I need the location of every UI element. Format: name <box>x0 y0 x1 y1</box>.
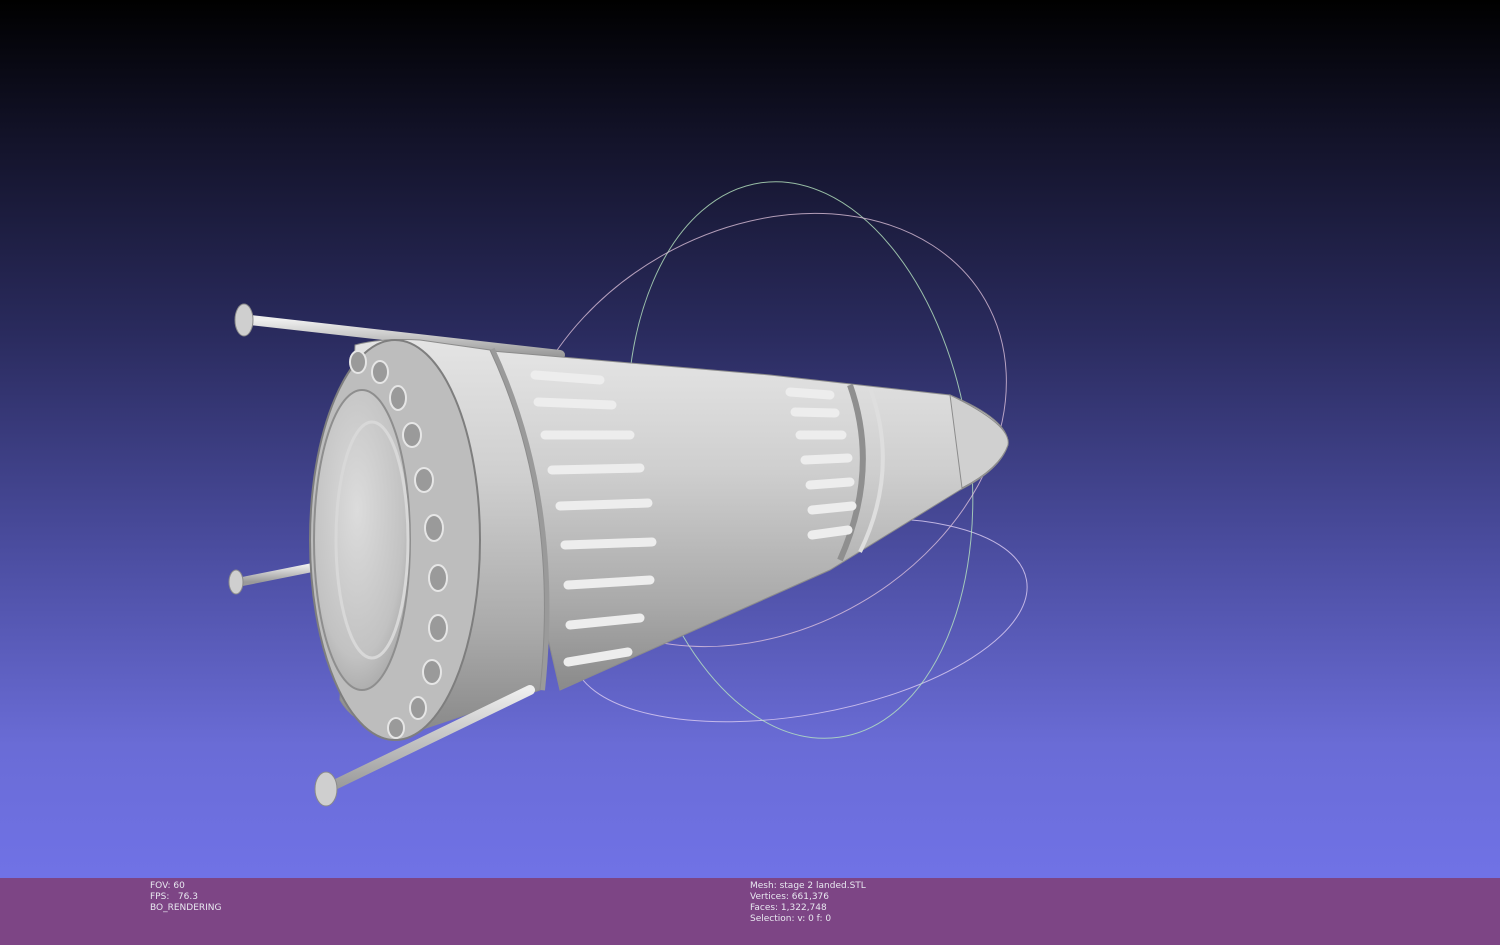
front-dome <box>313 389 411 691</box>
capsule-body <box>309 339 1009 741</box>
mesh-name: Mesh: stage 2 landed.STL <box>750 881 866 891</box>
face-count: Faces: 1,322,748 <box>750 903 827 913</box>
render-info: FOV: 60 FPS: 76.3 BO_RENDERING <box>150 881 222 914</box>
vertex-count: Vertices: 661,376 <box>750 892 830 902</box>
render-mode-readout: BO_RENDERING <box>150 903 222 913</box>
model-render <box>228 181 1028 807</box>
selection-count: Selection: v: 0 f: 0 <box>750 914 832 924</box>
info-bar: FOV: 60 FPS: 76.3 BO_RENDERING Mesh: sta… <box>0 878 1500 945</box>
3d-viewport[interactable] <box>0 0 1500 878</box>
fps-readout: FPS: 76.3 <box>150 892 198 902</box>
fov-readout: FOV: 60 <box>150 881 185 891</box>
mesh-info: Mesh: stage 2 landed.STL Vertices: 661,3… <box>750 881 866 925</box>
